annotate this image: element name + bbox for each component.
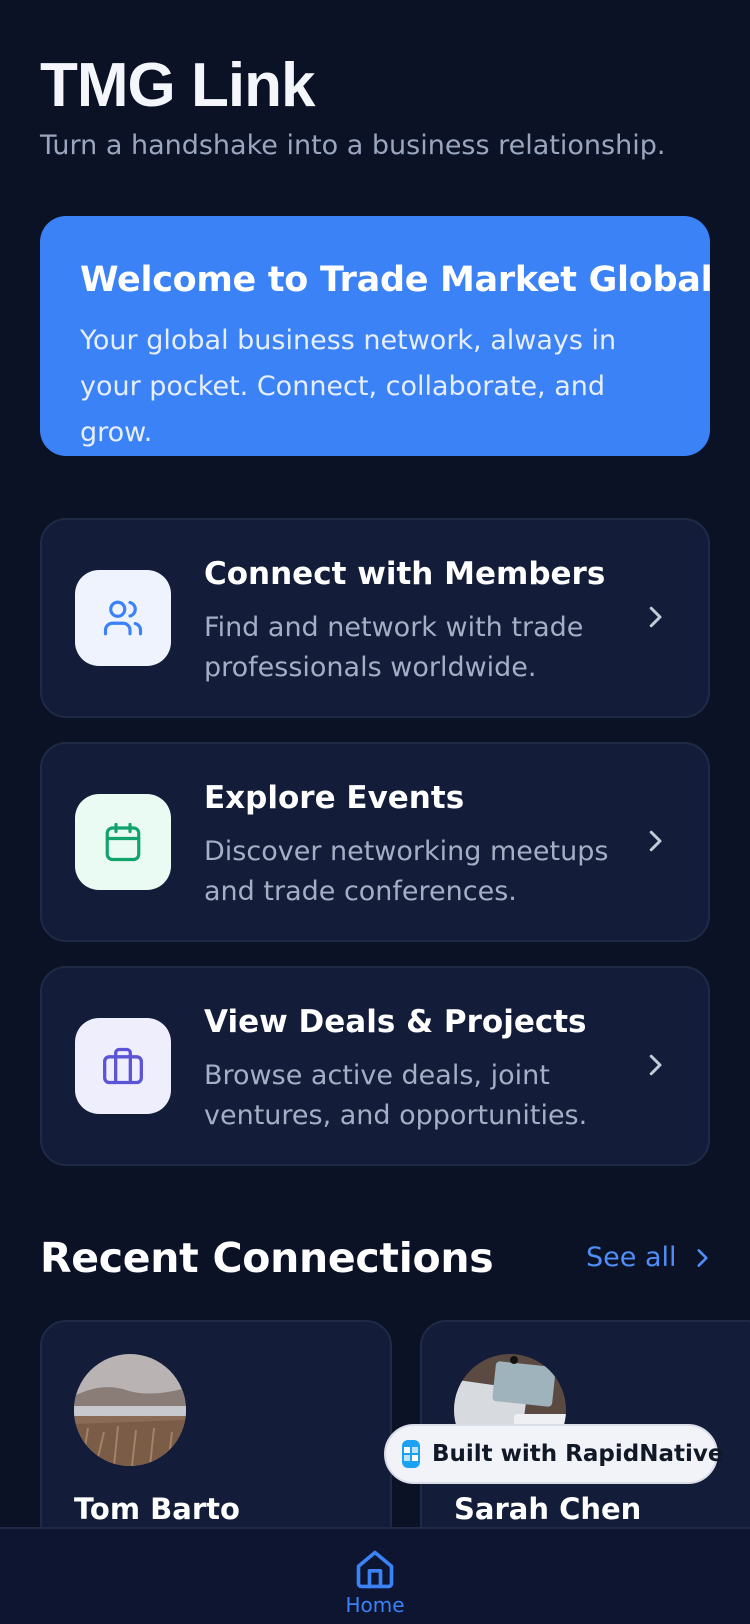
chevron-right-icon <box>649 830 662 852</box>
recent-connections-title: Recent Connections <box>40 1234 494 1282</box>
tab-home-label: Home <box>345 1593 405 1617</box>
tab-home[interactable]: Home <box>0 1547 750 1617</box>
feature-description: Discover networking meetups and trade co… <box>204 836 609 907</box>
home-icon <box>356 1550 394 1589</box>
welcome-title: Welcome to Trade Market Global <box>80 260 713 300</box>
chevron-right-icon <box>696 1248 708 1267</box>
users-icon <box>103 600 143 636</box>
briefcase-icon-box <box>75 1018 171 1114</box>
connection-name: Tom Barto <box>74 1492 240 1526</box>
explore-events-card[interactable]: Explore Events Discover networking meetu… <box>40 742 710 942</box>
see-all-label: See all <box>586 1242 677 1273</box>
landscape-photo <box>74 1354 186 1466</box>
avatar <box>74 1354 186 1466</box>
feature-description: Browse active deals, joint ventures, and… <box>204 1060 588 1131</box>
bottom-tab-bar: Home <box>0 1527 750 1624</box>
home-screen: TMG Link Turn a handshake into a busines… <box>0 0 750 1624</box>
connect-members-card[interactable]: Connect with Members Find and network wi… <box>40 518 710 718</box>
welcome-text: Your global business network, always in … <box>80 325 617 448</box>
see-all-link[interactable]: See all <box>586 1242 715 1273</box>
users-icon-box <box>75 570 171 666</box>
chevron-right-icon <box>649 1054 662 1076</box>
briefcase-icon <box>103 1047 143 1085</box>
feature-title: Connect with Members <box>204 556 606 592</box>
connection-name: Sarah Chen <box>454 1492 642 1526</box>
app-title: TMG Link <box>40 51 315 120</box>
view-deals-card[interactable]: View Deals & Projects Browse active deal… <box>40 966 710 1166</box>
rapidnative-logo-icon <box>402 1440 420 1468</box>
app-subtitle: Turn a handshake into a business relatio… <box>40 130 666 161</box>
chevron-right-icon <box>649 606 662 628</box>
calendar-icon-box <box>75 794 171 890</box>
feature-title: Explore Events <box>204 780 465 816</box>
badge-label: Built with RapidNative <box>432 1441 724 1467</box>
welcome-banner: Welcome to Trade Market Global Your glob… <box>40 216 713 456</box>
feature-title: View Deals & Projects <box>204 1004 587 1040</box>
built-with-badge[interactable]: Built with RapidNative <box>384 1424 723 1484</box>
feature-description: Find and network with trade professional… <box>204 612 584 683</box>
calendar-icon <box>105 822 141 862</box>
